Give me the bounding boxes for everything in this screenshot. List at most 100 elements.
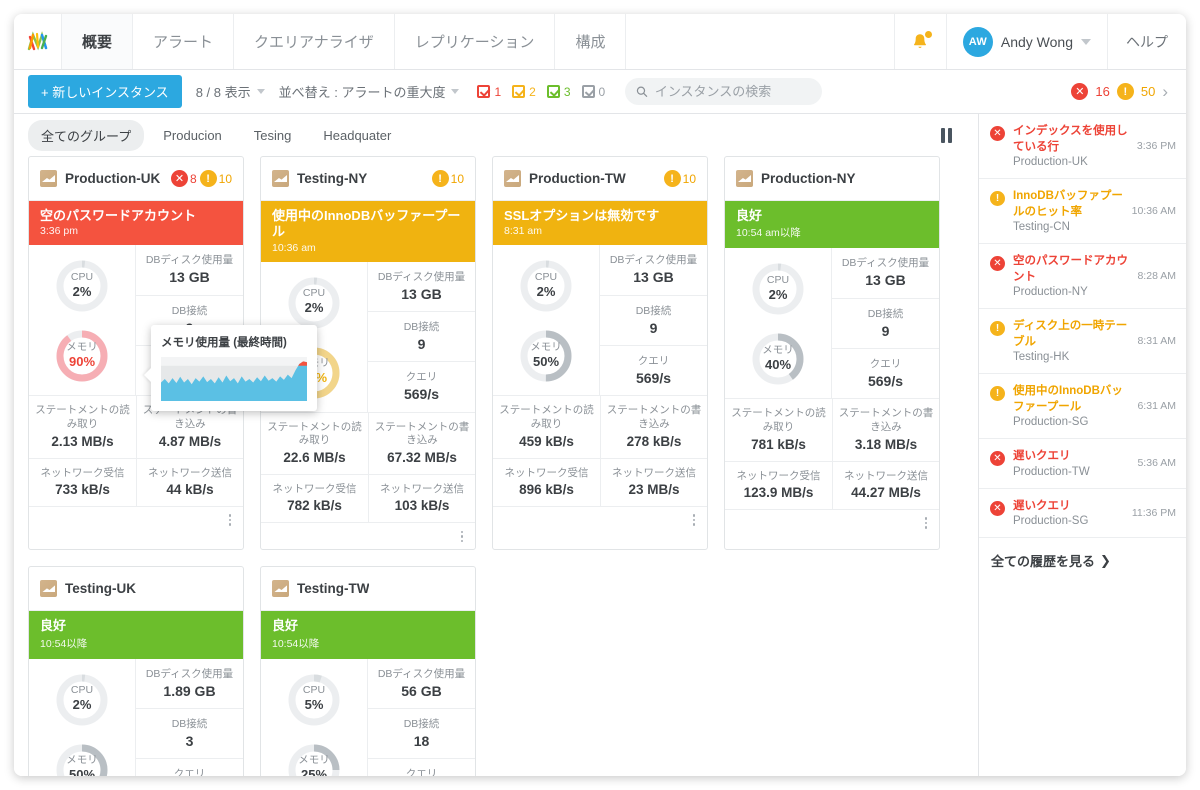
kpi-label: クエリ (173, 768, 206, 776)
more-options-icon[interactable] (228, 514, 231, 526)
alert-list-item[interactable]: ✕ インデックスを使用している行 Production-UK 3:36 PM (979, 114, 1186, 180)
tab-replication-label: レプリケーション (414, 34, 535, 51)
card-warning-badge: ! 10 (199, 170, 232, 187)
card-status-banner[interactable]: 良好 10:54 am以降 (725, 201, 939, 249)
more-options-icon[interactable] (460, 530, 463, 543)
group-filter-all[interactable]: 全てのグループ (28, 119, 145, 151)
alert-title: InnoDBバッファプールのヒット率 (1013, 190, 1123, 218)
see-all-history-button[interactable]: 全ての履歴を見る ❯ (979, 538, 1186, 583)
instance-card[interactable]: Production-NY 良好 10:54 am以降 CPU 2% メモリ 40% DBディ… (724, 156, 940, 551)
network-row: ネットワーク受信 123.9 MB/s ネットワーク送信 44.27 MB/s (725, 461, 939, 511)
warning-icon: ! (990, 321, 1005, 337)
alert-list-item[interactable]: ✕ 遅いクエリ Production-TW 5:36 AM (979, 439, 1186, 489)
notifications-button[interactable] (895, 14, 947, 69)
tab-replication[interactable]: レプリケーション (395, 14, 556, 69)
alert-time: 3:36 PM (1136, 140, 1176, 153)
server-icon (40, 170, 57, 187)
server-icon (504, 170, 521, 187)
instance-card[interactable]: Testing-TW 良好 10:54以降 CPU 5% メモリ 25% DBディスク使用量 5… (260, 566, 476, 776)
stat-value: 22.6 MB/s (283, 449, 346, 465)
server-icon (272, 580, 289, 598)
card-warning-badge: ! 10 (431, 170, 464, 187)
tab-alerts[interactable]: アラート (133, 14, 235, 69)
memory-gauge[interactable]: メモリ 40% (749, 330, 807, 388)
stat-statements-read: ステートメントの読み取り 22.6 MB/s (261, 413, 368, 474)
severity-filter-ok[interactable]: 3 (546, 85, 571, 99)
cpu-gauge: CPU 2% (53, 671, 111, 729)
severity-filter-critical[interactable]: 1 (477, 85, 501, 99)
kpi-value: 569/s (867, 373, 904, 390)
toolbar: + 新しいインスタンス 8 / 8 表示 並べ替え : アラートの重大度 1 2… (14, 70, 1186, 114)
memory-gauge[interactable]: メモリ50% (517, 327, 575, 385)
sort-dropdown[interactable]: 並べ替え : アラートの重大度 (279, 82, 460, 101)
stat-label: ステートメントの読み取り (267, 420, 362, 447)
pause-icon (941, 127, 945, 143)
kpi-column: DBディスク使用量 1.89 GB DB接続 3 クエリ569/s (136, 659, 243, 776)
kpi-value: 3 (185, 733, 194, 750)
tab-overview[interactable]: 概要 (62, 14, 134, 69)
card-header: Testing-TW (261, 567, 475, 612)
alert-body: 遅いクエリ Production-SG (1013, 499, 1124, 528)
checkbox-checked-icon (581, 85, 595, 98)
instance-card[interactable]: Production-TW! 10 SSLオプションは無効です 8:31 am CPU 2… (492, 156, 708, 551)
user-menu[interactable]: AW Andy Wong (947, 14, 1108, 69)
card-status-banner[interactable]: SSLオプションは無効です 8:31 am (493, 201, 707, 246)
alert-instance: Production-TW (1013, 465, 1090, 478)
kpi-db-connections: DB接続 9 (832, 299, 939, 349)
stat-statements-write: ステートメントの書き込み 3.18 MB/s (832, 399, 939, 461)
warning-icon: ! (990, 191, 1005, 207)
stat-label: ステートメントの読み取り (499, 404, 594, 430)
more-options-icon[interactable] (692, 514, 695, 526)
card-warning-count: 10 (218, 171, 232, 186)
card-status-banner[interactable]: 良好 10:54以降 (29, 611, 243, 659)
cpu-gauge-label: CPU (534, 271, 558, 284)
display-count-dropdown[interactable]: 8 / 8 表示 (196, 82, 265, 101)
card-metrics: CPU2% メモリ50% DBディスク使用量 1.89 GB DB接続 3 クエリ569/s (29, 658, 243, 776)
alert-list-item[interactable]: ✕ 空のパスワードアカウント Production-NY 8:28 AM (979, 244, 1186, 310)
search-input[interactable] (654, 84, 812, 99)
stat-value: 23 MB/s (628, 482, 680, 498)
memory-gauge[interactable]: メモリ50% (53, 741, 111, 776)
status-time: 10:54 am以降 (736, 227, 801, 240)
card-status-banner[interactable]: 使用中のInnoDBバッファープール 10:36 am (261, 201, 475, 262)
global-warning-count: 50 (1140, 84, 1156, 99)
group-filter-producion[interactable]: Producion (150, 122, 235, 149)
help-button[interactable]: ヘルプ (1108, 14, 1186, 69)
card-status-banner[interactable]: 空のパスワードアカウント 3:36 pm (29, 201, 243, 246)
alert-body: 空のパスワードアカウント Production-NY (1013, 254, 1129, 298)
stat-label: ステートメントの書き込み (606, 404, 702, 430)
instance-card[interactable]: Testing-UK 良好 10:54以降 CPU 2% メモリ 50% DBディスク使用量 1… (28, 566, 244, 776)
group-filter-tesing[interactable]: Tesing (241, 122, 305, 149)
stat-network-rx: ネットワーク受信 782 kB/s (261, 475, 368, 523)
alert-list-item[interactable]: ! ディスク上の一時テーブル Testing-HK 8:31 AM (979, 309, 1186, 375)
stat-label: ステートメントの書き込み (374, 420, 470, 447)
severity-filter-none[interactable]: 0 (581, 85, 605, 99)
new-instance-button[interactable]: + 新しいインスタンス (28, 75, 182, 108)
search-box[interactable] (625, 78, 823, 105)
more-options-icon[interactable] (924, 517, 927, 529)
tab-configuration[interactable]: 構成 (555, 14, 627, 69)
statements-row: ステートメントの読み取り 459 kB/s ステートメントの書き込み 278 kB/s (493, 396, 707, 459)
group-filter-headquater[interactable]: Headquater (310, 122, 404, 149)
tab-query-analyzer[interactable]: クエリアナライザ (234, 14, 395, 69)
memory-gauge[interactable]: メモリ 25% (285, 741, 343, 776)
pause-refresh-button[interactable] (941, 127, 964, 143)
card-status-banner[interactable]: 良好 10:54以降 (261, 611, 475, 659)
card-warning-count: 10 (682, 171, 696, 186)
kpi-value: 1.89 GB (163, 682, 216, 699)
stat-network-tx: ネットワーク送信 44.27 MB/s (832, 461, 939, 510)
alert-list-item[interactable]: ! InnoDBバッファプールのヒット率 Testing-CN 10:36 AM (979, 179, 1186, 245)
kpi-value: 569/s (403, 386, 440, 403)
severity-filter-warning[interactable]: 2 (512, 85, 536, 99)
kpi-queries: クエリ 569/s (832, 349, 939, 398)
alert-list-item[interactable]: ! 使用中のInnoDBバッファープール Production-SG 6:31 AM (979, 374, 1186, 440)
alert-list-item[interactable]: ✕ 遅いクエリ Production-SG 11:36 PM (979, 489, 1186, 539)
alert-time: 5:36 AM (1137, 457, 1176, 470)
network-row: ネットワーク受信 896 kB/s ネットワーク送信 23 MB/s (493, 458, 707, 508)
cpu-gauge-value: 5% (304, 697, 324, 712)
app-logo[interactable] (14, 14, 62, 69)
instance-name: Production-NY (761, 171, 856, 186)
memory-gauge[interactable]: メモリ 90% (53, 327, 111, 385)
expand-alerts-chevron-icon[interactable]: › (1162, 82, 1168, 102)
kpi-label: DBディスク使用量 (377, 667, 466, 680)
